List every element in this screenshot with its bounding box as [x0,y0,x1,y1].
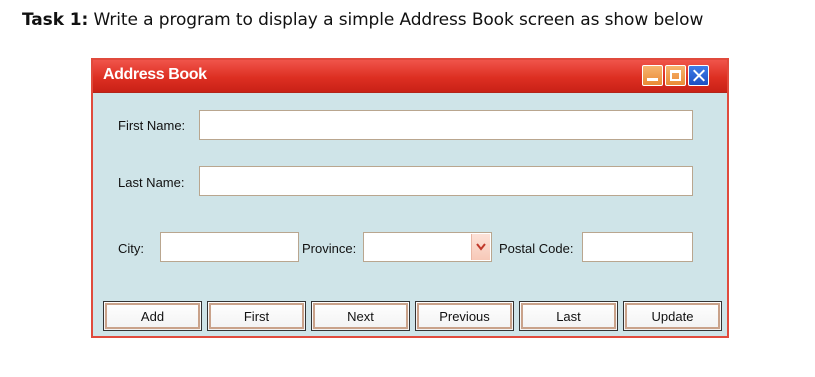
last-button[interactable]: Last [519,301,618,331]
window-title: Address Book [103,66,207,83]
next-button[interactable]: Next [311,301,410,331]
previous-button[interactable]: Previous [415,301,514,331]
postal-code-label: Postal Code: [499,241,574,256]
chevron-down-icon[interactable] [471,234,490,260]
add-button[interactable]: Add [103,301,202,331]
close-icon[interactable] [688,65,709,86]
first-name-label: First Name: [118,118,186,133]
first-name-field[interactable] [199,110,693,140]
last-name-field[interactable] [199,166,693,196]
update-button[interactable]: Update [623,301,722,331]
last-name-label: Last Name: [118,175,185,190]
address-book-window: Address Book First Name: Last Name: City… [91,58,729,338]
province-label: Province: [302,241,357,256]
city-field[interactable] [160,232,299,262]
city-label: City: [118,241,144,256]
postal-code-field[interactable] [582,232,693,262]
minimize-icon[interactable] [642,65,663,86]
first-button[interactable]: First [207,301,306,331]
title-bar[interactable]: Address Book [93,60,727,93]
task-heading: Task 1: Write a program to display a sim… [22,10,703,30]
province-select[interactable] [363,232,492,262]
maximize-icon[interactable] [665,65,686,86]
task-prefix: Task 1: [22,10,89,30]
task-text: Write a program to display a simple Addr… [88,10,704,30]
